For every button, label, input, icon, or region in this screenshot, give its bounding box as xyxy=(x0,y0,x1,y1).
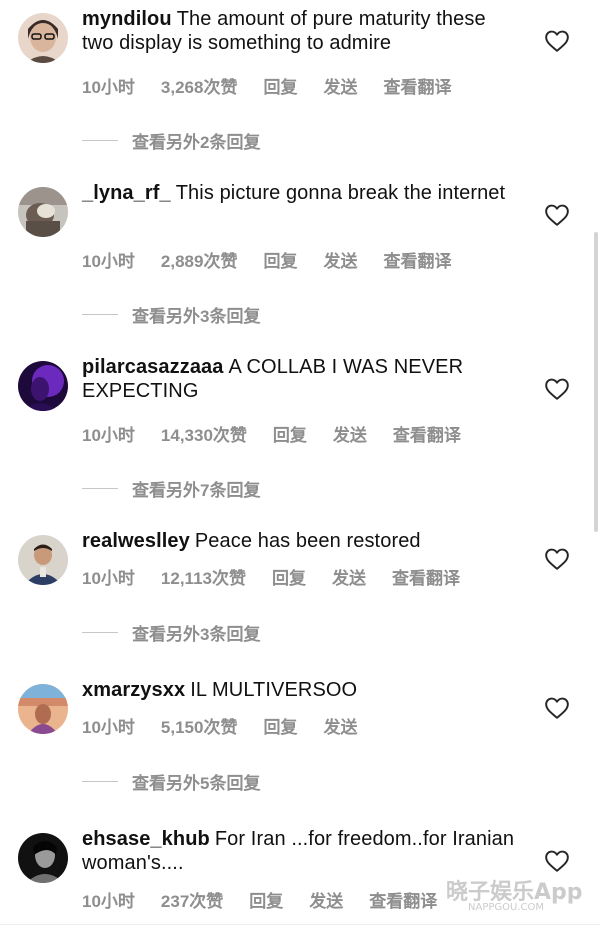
share-button[interactable]: 发送 xyxy=(332,564,366,589)
reply-button[interactable]: 回复 xyxy=(249,887,283,912)
comment-username[interactable]: ehsase_khub xyxy=(82,828,210,850)
avatar[interactable] xyxy=(18,684,68,734)
view-more-replies-label[interactable]: 查看另外3条回复 xyxy=(132,302,260,327)
reply-button[interactable]: 回复 xyxy=(263,247,297,272)
like-button[interactable] xyxy=(544,849,570,873)
translate-button[interactable]: 查看翻译 xyxy=(369,887,437,912)
avatar[interactable] xyxy=(18,833,68,883)
comment-likes[interactable]: 3,268次赞 xyxy=(161,73,238,98)
comment-meta: 10小时 3,268次赞 回复 发送 查看翻译 xyxy=(82,73,451,98)
view-more-replies-label[interactable]: 查看另外3条回复 xyxy=(132,620,260,645)
comment-username[interactable]: xmarzysxx xyxy=(82,679,185,701)
comment-time: 10小时 xyxy=(82,891,135,911)
comment-username[interactable]: pilarcasazzaaa xyxy=(82,356,224,378)
heart-outline-icon xyxy=(545,850,569,872)
avatar[interactable] xyxy=(18,187,68,237)
comment-likes[interactable]: 5,150次赞 xyxy=(161,713,238,738)
heart-outline-icon xyxy=(545,204,569,226)
comment-username[interactable]: myndilou xyxy=(82,8,172,30)
comment-body: This picture gonna break the internet xyxy=(175,182,506,204)
comment-time: 10小时 xyxy=(82,77,135,97)
heart-outline-icon xyxy=(545,30,569,52)
comment-body: IL MULTIVERSOO xyxy=(190,679,358,701)
avatar-image xyxy=(18,684,68,734)
heart-outline-icon xyxy=(545,548,569,570)
avatar-image xyxy=(18,361,68,411)
comment-username[interactable]: _lyna_rf_ xyxy=(82,182,171,204)
like-button[interactable] xyxy=(544,547,570,571)
comment-meta: 10小时 5,150次赞 回复 发送 xyxy=(82,713,383,738)
heart-outline-icon xyxy=(545,378,569,400)
translate-button[interactable]: 查看翻译 xyxy=(383,73,451,98)
share-button[interactable]: 发送 xyxy=(323,713,357,738)
view-more-replies[interactable]: 查看另外3条回复 xyxy=(82,302,260,327)
share-button[interactable]: 发送 xyxy=(309,887,343,912)
comment-text: xmarzysxx IL MULTIVERSOO xyxy=(82,678,522,702)
comment-body: Peace has been restored xyxy=(194,530,421,552)
translate-button[interactable]: 查看翻译 xyxy=(383,247,451,272)
comment-meta: 10小时 2,889次赞 回复 发送 查看翻译 xyxy=(82,247,451,272)
avatar-image xyxy=(18,833,68,883)
comment-likes[interactable]: 2,889次赞 xyxy=(161,247,238,272)
like-button[interactable] xyxy=(544,203,570,227)
comment-text: pilarcasazzaaa A COLLAB I WAS NEVER EXPEC… xyxy=(82,355,522,403)
like-button[interactable] xyxy=(544,29,570,53)
scrollbar[interactable] xyxy=(594,232,598,532)
reply-button[interactable]: 回复 xyxy=(272,564,306,589)
replies-divider xyxy=(82,487,118,489)
comment-text: myndilou The amount of pure maturity thes… xyxy=(82,7,522,55)
avatar-image xyxy=(18,13,68,63)
reply-button[interactable]: 回复 xyxy=(273,421,307,446)
view-more-replies-label[interactable]: 查看另外5条回复 xyxy=(132,769,260,794)
replies-divider xyxy=(82,313,118,315)
comment-meta: 10小时 12,113次赞 回复 发送 查看翻译 xyxy=(82,564,460,589)
avatar[interactable] xyxy=(18,361,68,411)
replies-divider xyxy=(82,631,118,633)
view-more-replies[interactable]: 查看另外7条回复 xyxy=(82,476,260,501)
comment-likes[interactable]: 14,330次赞 xyxy=(161,421,247,446)
comment-username[interactable]: realweslley xyxy=(82,530,190,552)
watermark-url: NAPPGOU.COM xyxy=(468,902,544,913)
comment-likes[interactable]: 237次赞 xyxy=(161,887,223,912)
watermark-logo: 晓子娱乐App NAPPGOU.COM xyxy=(446,872,596,922)
heart-outline-icon xyxy=(545,697,569,719)
avatar[interactable] xyxy=(18,13,68,63)
view-more-replies-label[interactable]: 查看另外2条回复 xyxy=(132,128,260,153)
comment-meta: 10小时 14,330次赞 回复 发送 查看翻译 xyxy=(82,421,461,446)
replies-divider xyxy=(82,139,118,141)
reply-button[interactable]: 回复 xyxy=(263,713,297,738)
comment-time: 10小时 xyxy=(82,717,135,737)
comment-likes[interactable]: 12,113次赞 xyxy=(161,564,246,589)
bottom-divider xyxy=(0,924,600,925)
view-more-replies[interactable]: 查看另外5条回复 xyxy=(82,769,260,794)
comment-meta: 10小时 237次赞 回复 发送 查看翻译 xyxy=(82,887,437,912)
comment-text: realweslley Peace has been restored xyxy=(82,529,522,553)
translate-button[interactable]: 查看翻译 xyxy=(393,421,461,446)
comment-text: ehsase_khub For Iran ...for freedom..for … xyxy=(82,827,522,875)
share-button[interactable]: 发送 xyxy=(323,247,357,272)
avatar-image xyxy=(18,187,68,237)
view-more-replies[interactable]: 查看另外3条回复 xyxy=(82,620,260,645)
avatar-image xyxy=(18,535,68,585)
comment-text: _lyna_rf_ This picture gonna break the in… xyxy=(82,181,522,205)
reply-button[interactable]: 回复 xyxy=(263,73,297,98)
comment-time: 10小时 xyxy=(82,568,135,588)
view-more-replies-label[interactable]: 查看另外7条回复 xyxy=(132,476,260,501)
comment-time: 10小时 xyxy=(82,251,135,271)
avatar[interactable] xyxy=(18,535,68,585)
share-button[interactable]: 发送 xyxy=(323,73,357,98)
share-button[interactable]: 发送 xyxy=(333,421,367,446)
comment-time: 10小时 xyxy=(82,425,135,445)
translate-button[interactable]: 查看翻译 xyxy=(392,564,460,589)
like-button[interactable] xyxy=(544,696,570,720)
comments-feed: myndilou The amount of pure maturity thes… xyxy=(0,0,600,929)
like-button[interactable] xyxy=(544,377,570,401)
view-more-replies[interactable]: 查看另外2条回复 xyxy=(82,128,260,153)
replies-divider xyxy=(82,780,118,782)
